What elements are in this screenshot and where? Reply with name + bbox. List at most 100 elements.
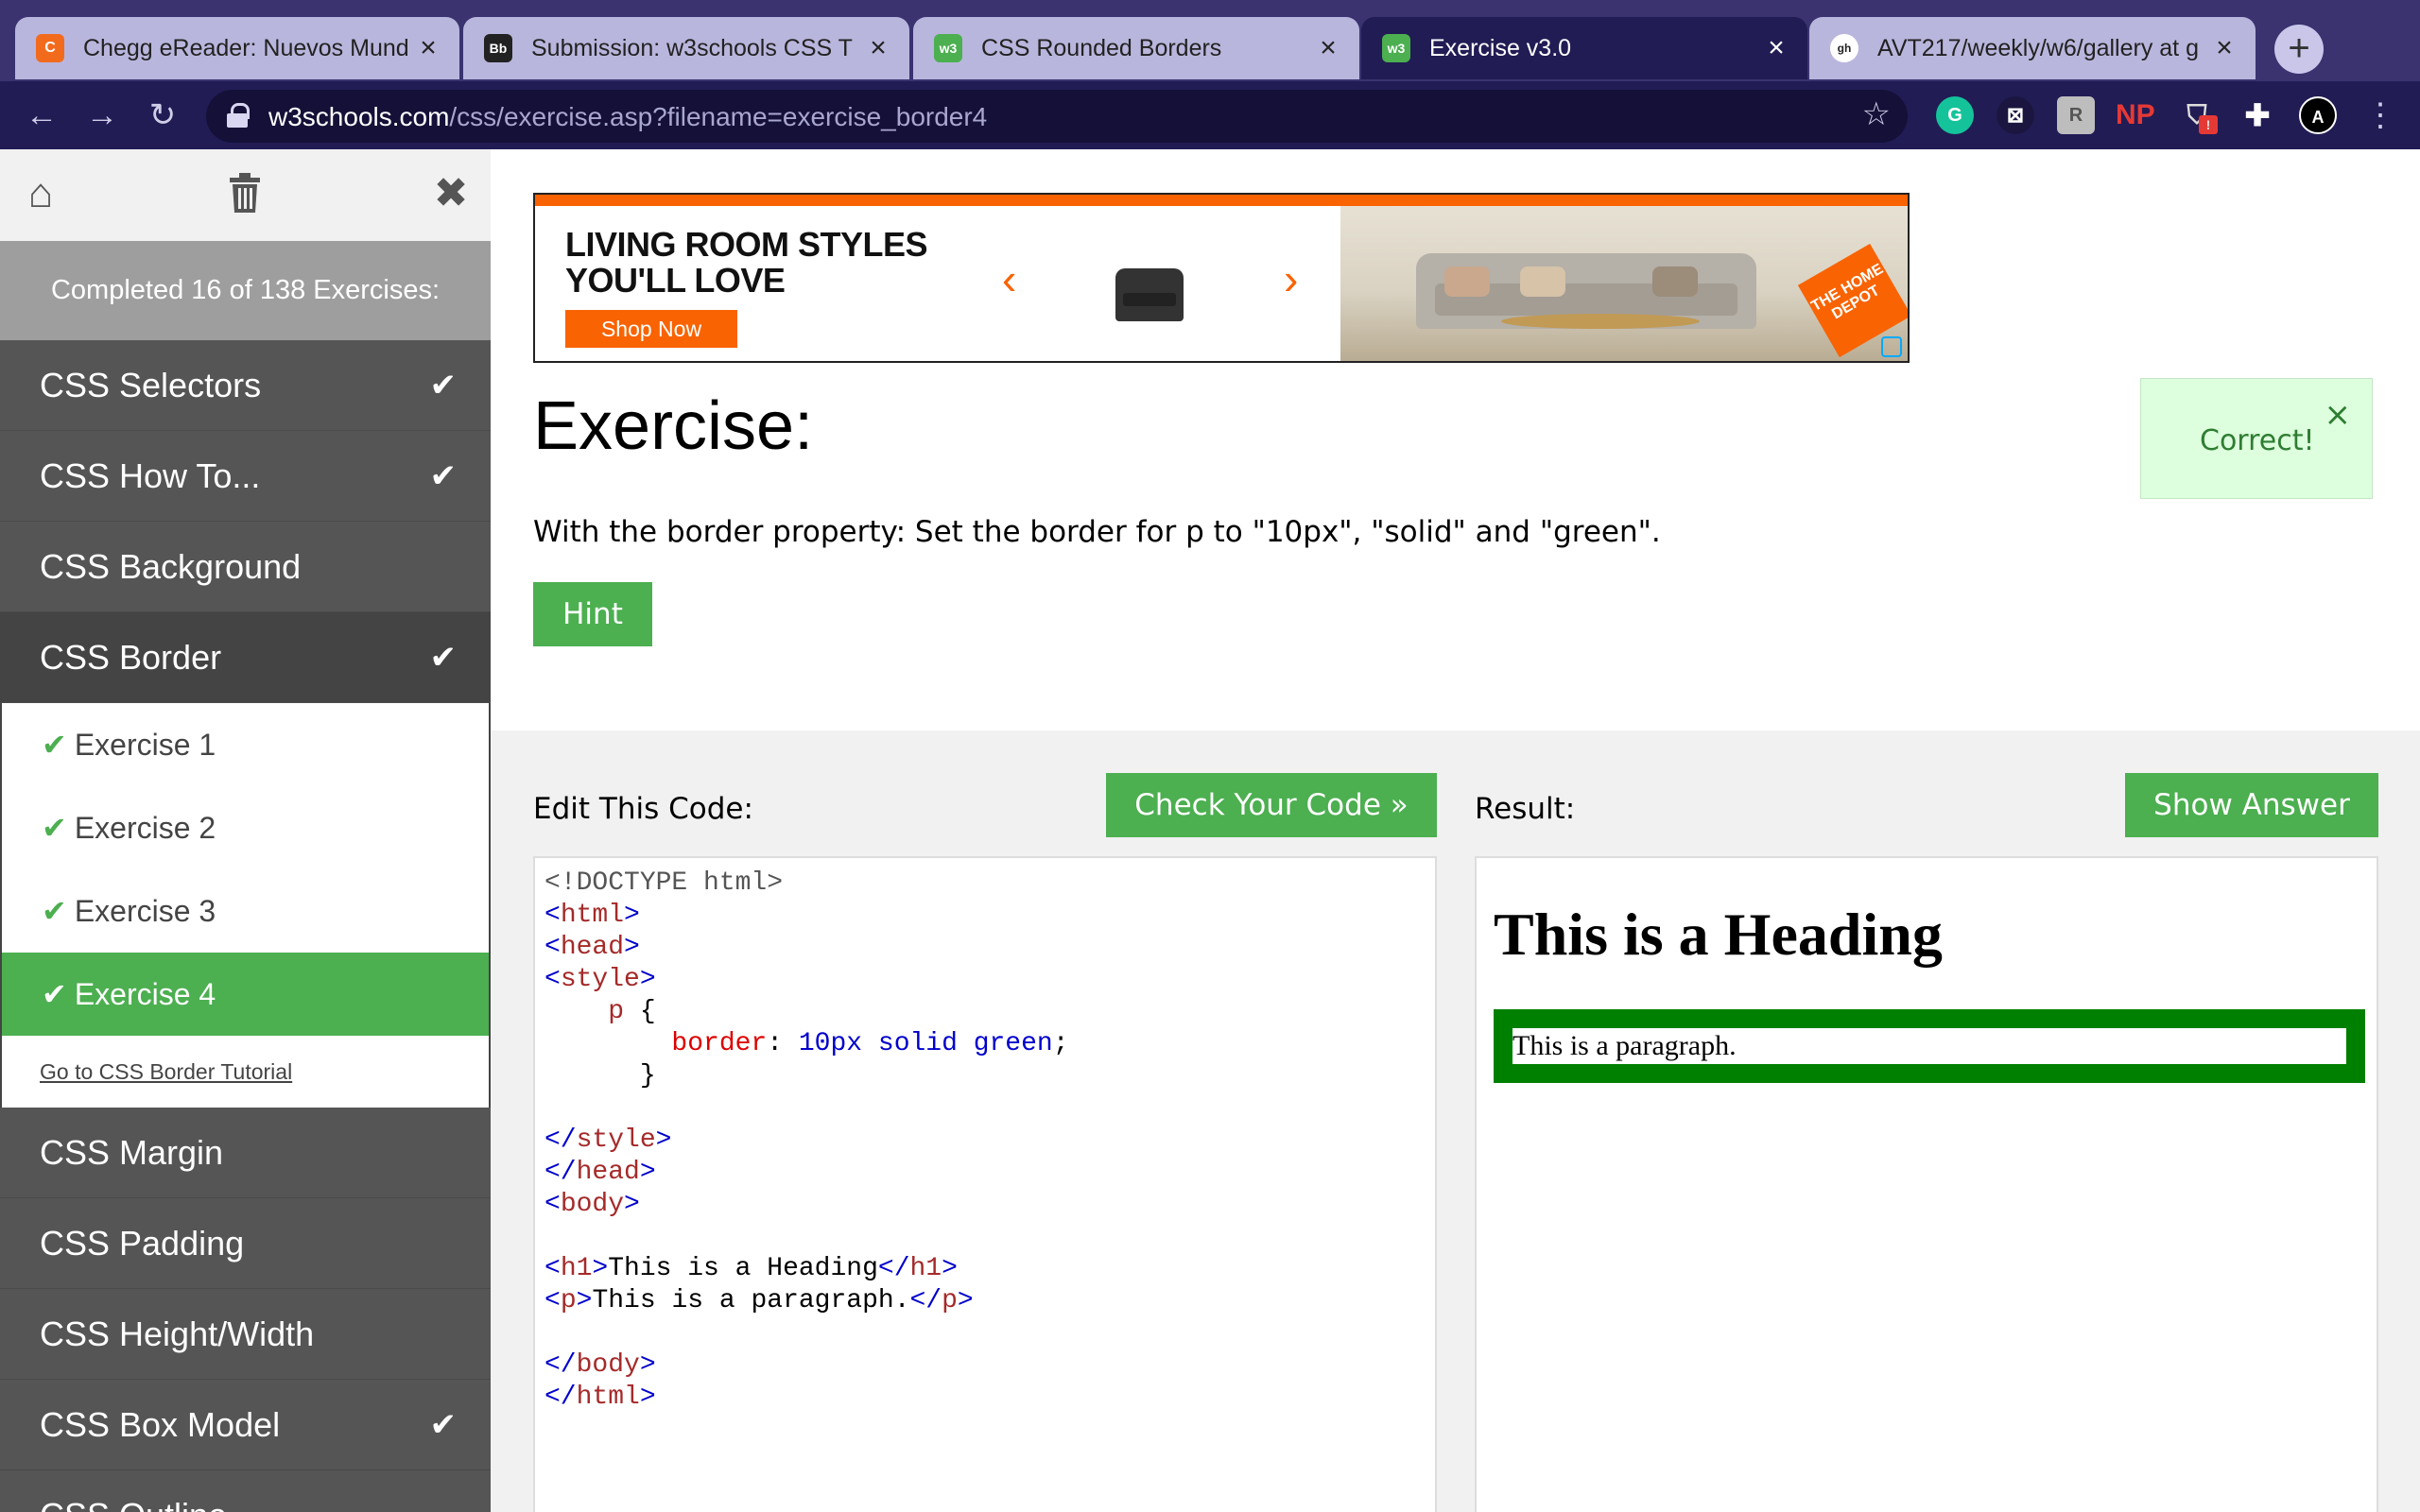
check-icon: ✔ <box>429 640 458 676</box>
close-icon[interactable]: ✖ <box>429 172 473 215</box>
menu-kebab-icon[interactable]: ⋮ <box>2358 93 2403 138</box>
close-tab-icon[interactable]: × <box>414 34 442 62</box>
extensions-puzzle-icon[interactable]: ✚ <box>2238 96 2276 134</box>
code-tag-name: h1 <box>909 1254 942 1283</box>
extension-envelope-icon[interactable]: ⊠ <box>1996 96 2034 134</box>
close-icon[interactable]: × <box>2325 396 2352 434</box>
adchoices-icon[interactable] <box>1881 336 1902 357</box>
code-punct: : <box>767 1029 784 1058</box>
check-icon: ✔ <box>42 894 67 928</box>
exercise-sidebar: ⌂ ✖ Completed 16 of 138 Exercises: CSS S… <box>0 149 491 1512</box>
ad-headline-line: LIVING ROOM STYLES <box>565 225 928 264</box>
code-tag-name: h1 <box>560 1254 593 1283</box>
profile-avatar[interactable]: A <box>2299 96 2337 134</box>
check-icon: ✔ <box>42 811 67 845</box>
tutorial-link[interactable]: Go to CSS Border Tutorial <box>2 1036 489 1108</box>
code-value: 10px solid green <box>798 1029 1053 1058</box>
ad-prev-arrow-icon[interactable]: ‹ <box>1002 253 1016 304</box>
code-tag-name: p <box>942 1286 958 1315</box>
address-bar[interactable]: w3schools.com/css/exercise.asp?filename=… <box>206 90 1908 143</box>
edit-code-label: Edit This Code: <box>533 792 753 826</box>
exercise-label: Exercise 4 <box>74 977 216 1011</box>
code-tag-name: style <box>576 1125 656 1155</box>
sidebar-item-css-border[interactable]: CSS Border ✔ <box>0 612 491 703</box>
tab-chegg[interactable]: C Chegg eReader: Nuevos Mund × <box>15 17 459 79</box>
ad-next-arrow-icon[interactable]: › <box>1284 253 1298 304</box>
exercise-link-3[interactable]: ✔ Exercise 3 <box>2 869 489 953</box>
check-icon: ✔ <box>429 458 458 494</box>
code-selector: p <box>608 997 625 1026</box>
trash-icon[interactable] <box>223 172 267 215</box>
code-editor[interactable]: <!DOCTYPE html> <html> <head> <style> p … <box>533 856 1437 1512</box>
tab-title: AVT217/weekly/w6/gallery at g <box>1877 34 2199 61</box>
code-tag-name: body <box>576 1350 640 1380</box>
ad-shop-now-button[interactable]: Shop Now <box>565 310 737 348</box>
browser-tab-strip: C Chegg eReader: Nuevos Mund × Bb Submis… <box>0 0 2420 81</box>
check-icon: ✔ <box>429 1407 458 1443</box>
show-answer-button[interactable]: Show Answer <box>2125 773 2378 837</box>
url-text: w3schools.com/css/exercise.asp?filename=… <box>268 102 988 131</box>
sidebar-item-css-background[interactable]: CSS Background <box>0 522 491 612</box>
close-tab-icon[interactable]: × <box>864 34 892 62</box>
exercise-link-2[interactable]: ✔ Exercise 2 <box>2 786 489 869</box>
code-tag-name: html <box>576 1383 640 1412</box>
tab-title: CSS Rounded Borders <box>981 34 1222 61</box>
hint-button[interactable]: Hint <box>533 582 652 646</box>
code-brace: } <box>639 1061 656 1091</box>
ad-banner[interactable]: LIVING ROOM STYLES YOU'LL LOVE Shop Now … <box>533 193 1910 363</box>
sidebar-item-css-selectors[interactable]: CSS Selectors ✔ <box>0 340 491 431</box>
code-tag-name: body <box>560 1190 625 1219</box>
coffee-table-image <box>1501 314 1700 329</box>
pillow-image <box>1652 266 1698 297</box>
sidebar-item-css-margin[interactable]: CSS Margin <box>0 1108 491 1198</box>
code-text: This is a Heading <box>608 1254 878 1283</box>
exercise-label: Exercise 2 <box>74 811 216 845</box>
sidebar-item-label: CSS Selectors <box>40 366 262 404</box>
pillow-image <box>1520 266 1565 297</box>
exercise-label: Exercise 3 <box>74 894 216 928</box>
reload-icon[interactable]: ↻ <box>140 93 185 138</box>
tab-github[interactable]: gh AVT217/weekly/w6/gallery at g × <box>1809 17 2256 79</box>
tab-title: Exercise v3.0 <box>1429 34 1572 61</box>
code-property: border <box>671 1029 768 1058</box>
chegg-icon: C <box>36 34 64 62</box>
close-tab-icon[interactable]: × <box>1762 34 1790 62</box>
pillow-image <box>1444 266 1490 297</box>
close-tab-icon[interactable]: × <box>1314 34 1342 62</box>
close-tab-icon[interactable]: × <box>2210 34 2238 62</box>
code-tag-name: head <box>576 1158 640 1187</box>
sidebar-item-css-how-to[interactable]: CSS How To... ✔ <box>0 431 491 522</box>
tab-submission[interactable]: Bb Submission: w3schools CSS T × <box>463 17 909 79</box>
github-icon: gh <box>1830 34 1858 62</box>
grammarly-icon[interactable]: G <box>1936 96 1974 134</box>
sidebar-item-css-height-width[interactable]: CSS Height/Width <box>0 1289 491 1380</box>
extension-r-icon[interactable]: R <box>2057 96 2095 134</box>
sidebar-item-css-padding[interactable]: CSS Padding <box>0 1198 491 1289</box>
correct-text: Correct! <box>2200 424 2315 457</box>
extension-shield-icon[interactable]: ⛉! <box>2178 96 2218 134</box>
ad-headline-line: YOU'LL LOVE <box>565 261 786 300</box>
tab-css-rounded-borders[interactable]: w3 CSS Rounded Borders × <box>913 17 1359 79</box>
new-tab-button[interactable]: + <box>2274 25 2324 74</box>
armchair-image <box>1115 268 1184 321</box>
exercise-instruction: With the border property: Set the border… <box>533 515 1661 549</box>
tab-exercise[interactable]: w3 Exercise v3.0 × <box>1361 17 1807 79</box>
border-exercise-list: ✔ Exercise 1 ✔ Exercise 2 ✔ Exercise 3 ✔ Exe… <box>0 703 491 1108</box>
exercise-link-1[interactable]: ✔ Exercise 1 <box>2 703 489 786</box>
forward-icon[interactable]: → <box>79 93 125 138</box>
correct-notification: Correct! × <box>2140 378 2373 499</box>
sidebar-item-css-outline[interactable]: CSS Outline <box>0 1470 491 1512</box>
exercise-link-4[interactable]: ✔ Exercise 4 <box>2 953 489 1036</box>
code-tag-name: p <box>560 1286 577 1315</box>
bookmark-star-icon[interactable]: ☆ <box>1862 95 1891 133</box>
home-icon[interactable]: ⌂ <box>19 172 62 215</box>
w3schools-icon: w3 <box>1382 34 1410 62</box>
result-frame: This is a Heading This is a paragraph. <box>1475 856 2378 1512</box>
tab-title: Chegg eReader: Nuevos Mund <box>83 34 409 61</box>
back-icon[interactable]: ← <box>19 93 64 138</box>
blackboard-icon: Bb <box>484 34 512 62</box>
check-icon: ✔ <box>429 368 458 404</box>
extension-np-icon[interactable]: NP <box>2116 96 2155 134</box>
check-code-button[interactable]: Check Your Code » <box>1106 773 1437 837</box>
sidebar-item-css-box-model[interactable]: CSS Box Model ✔ <box>0 1380 491 1470</box>
